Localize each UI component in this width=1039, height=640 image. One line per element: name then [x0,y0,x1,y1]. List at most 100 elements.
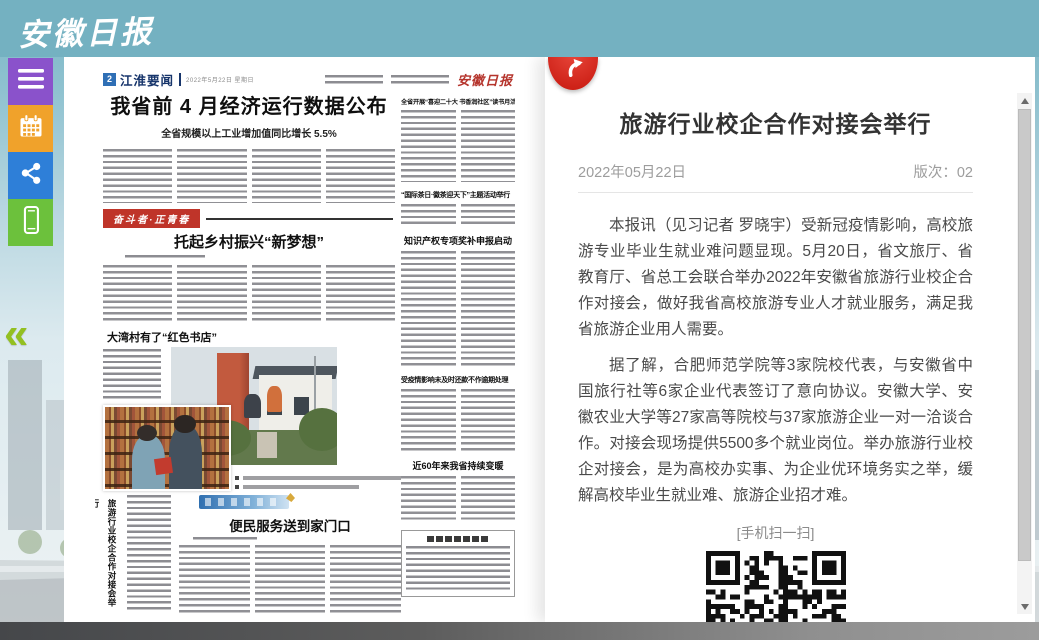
app: 安徽日报 [0,0,1039,640]
article-panel: 旅游行业校企合作对接会举行 2022年05月22日 版次：02 本报讯（见习记者… [545,57,1035,622]
bookshelf [105,407,229,489]
scroll-down-arrow[interactable] [1017,599,1032,614]
calendar-button[interactable] [8,105,53,152]
smartphone-icon [18,205,44,240]
divider [179,73,181,86]
headline-service[interactable]: 便民服务送到家门口 [179,515,401,535]
pseudo-text-column [461,110,516,182]
newspaper-header: 2 江淮要闻 2022年5月22日 星期日 安徽日报 [103,69,513,89]
headline-rural[interactable]: 托起乡村振兴“新梦想” [103,231,395,252]
pseudo-text-column [461,476,516,522]
person-head [174,415,195,433]
article-paragraph: 本报讯（见习记者 罗晓宇）受新冠疫情影响，高校旅游专业毕业生就业难问题显现。5月… [578,213,973,343]
share-icon [18,160,44,191]
pseudo-text [406,546,510,592]
collapse-chevron[interactable]: « [4,312,28,356]
pseudo-text-column [401,110,456,182]
scrollbar-thumb[interactable] [1018,109,1031,561]
pseudo-text-column [461,251,516,367]
byline [193,537,257,541]
body-column [103,349,161,399]
pseudo-text-column [401,251,456,367]
menu-button[interactable] [8,58,53,105]
boxed-story[interactable] [401,530,515,597]
qr-code [706,551,846,622]
headline-reading-month[interactable]: 全省开展“喜迎二十大 书香润社区”读书月活动 [401,97,515,106]
pseudo-text-column [252,265,321,323]
masthead-logo: 安徽日报 [457,70,513,89]
pseudo-text [325,75,383,84]
headline-bookstore[interactable]: 大湾村有了“红色书店” [107,329,237,345]
section-title: 江淮要闻 [120,70,174,89]
body-columns [103,265,395,323]
pseudo-text-column [326,265,395,323]
top-banner: 安徽日报 [0,0,1039,57]
mobile-button[interactable] [8,199,53,246]
column-ribbon [199,495,289,509]
pseudo-text-column [179,545,250,613]
subheadline-main: 全省规模以上工业增加值同比增长 5.5% [103,125,395,140]
article-date: 2022年05月22日 [578,161,686,182]
main-story[interactable]: 我省前 4 月经济运行数据公布 全省规模以上工业增加值同比增长 5.5% [103,95,395,203]
pseudo-text-column [255,545,326,613]
boxed-headline [427,536,489,542]
body-columns [103,149,395,203]
article-paragraph: 据了解，合肥师范学院等3家院校代表，与安徽省中国旅行社等6家企业代表签订了意向协… [578,353,973,509]
pseudo-text-column [177,149,246,203]
headline-tourism-vertical[interactable]: 旅游行业校企合作对接会举行 [103,499,120,615]
bottom-bar [0,622,1039,640]
header-meta: 安徽日报 [325,70,513,89]
pseudo-text-column [401,389,456,451]
red-book [154,457,173,476]
bookstore-photo [103,405,231,491]
body-columns [401,251,515,367]
photo-story[interactable]: 大湾村有了“红色书店” [103,329,395,489]
divider [206,218,393,220]
right-column: 全省开展“喜迎二十大 书香润社区”读书月活动 “国际茶日·徽茶迎天下”主题活动举… [401,97,515,597]
scroll-up-arrow[interactable] [1017,93,1032,108]
site-logo: 安徽日报 [17,6,154,55]
pseudo-text-column [401,476,456,522]
headline-loan-policy[interactable]: 受疫情影响未及时还款不作逾期处理 [401,375,515,385]
qr-caption: [手机扫一扫] [578,523,973,543]
share-button[interactable] [8,152,53,199]
pseudo-text-column [326,149,395,203]
body-columns [401,204,515,226]
hamburger-icon [18,69,44,94]
column-banner: 奋斗者·正青春 [103,209,200,228]
headline-warming[interactable]: 近60年来我省持续变暖 [401,459,515,472]
divider [578,192,973,193]
headline-main[interactable]: 我省前 4 月经济运行数据公布 [103,95,395,119]
body-columns [401,389,515,451]
article-title: 旅游行业校企合作对接会举行 [578,105,973,139]
newspaper-dateline: 2022年5月22日 星期日 [186,75,254,84]
body-column [127,495,171,613]
headline-ip-subsidy[interactable]: 知识产权专项奖补申报启动 [401,234,515,247]
scrollbar[interactable] [1017,93,1032,614]
pseudo-text-column [252,149,321,203]
body-columns [401,110,515,182]
article-edition: 版次：02 [913,161,973,182]
pseudo-text-column [103,265,172,323]
article-meta: 2022年05月22日 版次：02 [578,161,973,182]
person [169,425,201,489]
calendar-icon [17,112,45,145]
body-columns [179,545,401,613]
pseudo-text-column [103,149,172,203]
bush [299,408,337,450]
reader-panel: 2 江淮要闻 2022年5月22日 星期日 安徽日报 我省前 4 月经济运行数据… [64,57,1035,622]
article-content: 旅游行业校企合作对接会举行 2022年05月22日 版次：02 本报讯（见习记者… [578,57,973,622]
pseudo-text-column [330,545,401,613]
person [267,386,282,412]
pseudo-text-column [401,204,456,226]
newspaper-page[interactable]: 2 江淮要闻 2022年5月22日 星期日 安徽日报 我省前 4 月经济运行数据… [95,63,517,615]
pseudo-text-column [177,265,246,323]
bottom-stories: 旅游行业校企合作对接会举行 便民服务送到家门口 [103,495,395,615]
byline [125,255,205,260]
headline-tea-day[interactable]: “国际茶日·徽茶迎天下”主题活动举行 [401,190,515,200]
pseudo-text [391,75,449,84]
photo-captions [235,471,401,489]
pseudo-text-column [461,204,516,226]
stone-pillar [257,432,277,458]
sidebar [8,58,53,246]
